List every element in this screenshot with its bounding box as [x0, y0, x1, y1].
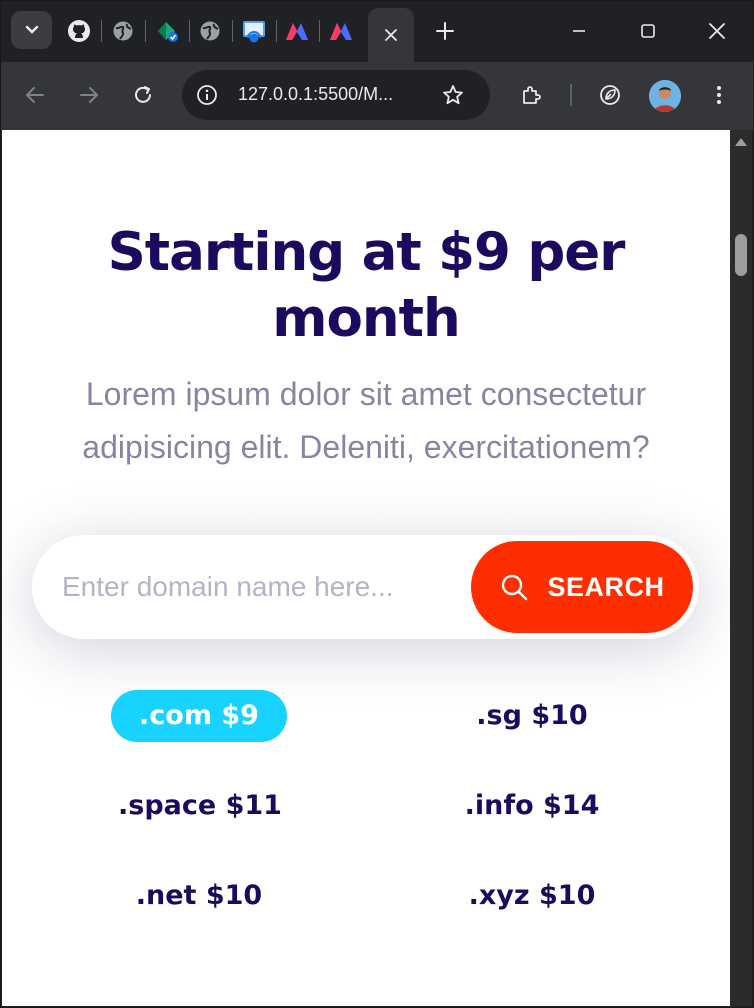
search-button-label: SEARCH [547, 571, 665, 602]
github-icon [68, 20, 90, 42]
toolbar-divider [570, 84, 572, 106]
domain-option-net[interactable]: .net $10 [114, 870, 284, 922]
puzzle-icon [523, 86, 541, 104]
app-logo-icon [286, 23, 308, 40]
domain-option-xyz[interactable]: .xyz $10 [452, 870, 612, 922]
site-info-button[interactable] [194, 82, 220, 108]
bookmark-button[interactable] [438, 80, 468, 110]
globe-icon [200, 21, 220, 41]
domain-search-form: SEARCH [32, 535, 699, 639]
tab-search-button[interactable] [11, 11, 52, 49]
arrow-left-icon [26, 87, 44, 103]
maximize-icon [641, 24, 655, 38]
minimize-icon [573, 30, 585, 32]
tab-live-server[interactable] [241, 18, 267, 44]
tab-github[interactable] [66, 18, 92, 44]
tab-separator [145, 20, 146, 42]
tab-app-1[interactable] [284, 18, 310, 44]
search-icon [502, 574, 528, 601]
app-logo-icon [330, 23, 352, 40]
menu-button[interactable] [700, 76, 738, 114]
domain-price-list: .com $9 .sg $10 .space $11 .info $14 .ne… [2, 690, 730, 990]
shield-check-icon [158, 22, 178, 42]
maximize-button[interactable] [625, 12, 671, 50]
info-icon [197, 85, 217, 105]
new-tab-button[interactable] [430, 16, 460, 46]
active-tab[interactable] [368, 8, 414, 62]
tab-strip [0, 0, 754, 62]
reload-button[interactable] [124, 76, 162, 114]
profile-avatar[interactable] [649, 80, 681, 112]
broadcast-icon [243, 21, 265, 43]
reload-icon [135, 86, 151, 103]
leaf-icon [600, 85, 620, 105]
search-button[interactable]: SEARCH [471, 541, 693, 633]
tab-separator [189, 20, 190, 42]
tab-separator [101, 20, 102, 42]
close-icon[interactable] [384, 28, 398, 42]
more-vert-icon [717, 86, 721, 104]
address-bar[interactable]: 127.0.0.1:5500/M... [182, 70, 490, 120]
browser-toolbar: 127.0.0.1:5500/M... [0, 62, 754, 130]
extensions-button[interactable] [513, 76, 551, 114]
tab-extension[interactable] [154, 18, 180, 44]
window-close-button[interactable] [694, 12, 740, 50]
arrow-right-icon [80, 87, 98, 103]
domain-option-space[interactable]: .space $11 [102, 780, 298, 832]
globe-icon [113, 21, 133, 41]
domain-option-sg[interactable]: .sg $10 [456, 690, 608, 742]
close-icon [709, 23, 725, 39]
tab-separator [276, 20, 277, 42]
chevron-down-icon [25, 25, 38, 34]
star-icon [443, 85, 463, 105]
minimize-button[interactable] [556, 12, 602, 50]
scroll-thumb[interactable] [735, 234, 747, 276]
url-text[interactable]: 127.0.0.1:5500/M... [238, 84, 393, 105]
page-subtitle: Lorem ipsum dolor sit amet consectetur a… [82, 376, 650, 465]
forward-button[interactable] [70, 76, 108, 114]
scroll-up-arrow-icon[interactable] [735, 138, 747, 146]
performance-button[interactable] [591, 76, 629, 114]
vertical-scrollbar[interactable] [730, 130, 752, 1006]
avatar-icon [649, 80, 681, 112]
tab-app-2[interactable] [328, 18, 354, 44]
domain-search-input[interactable] [62, 565, 462, 609]
domain-option-info[interactable]: .info $14 [452, 780, 612, 832]
domain-option-com[interactable]: .com $9 [111, 690, 287, 742]
back-button[interactable] [16, 76, 54, 114]
plus-icon [436, 22, 454, 40]
tab-globe-2[interactable] [197, 18, 223, 44]
tab-globe-1[interactable] [110, 18, 136, 44]
tab-separator [319, 20, 320, 42]
tab-separator [232, 20, 233, 42]
page-title: Starting at $9 per month [107, 222, 626, 349]
page-viewport: Starting at $9 per month Lorem ipsum dol… [2, 130, 730, 1006]
